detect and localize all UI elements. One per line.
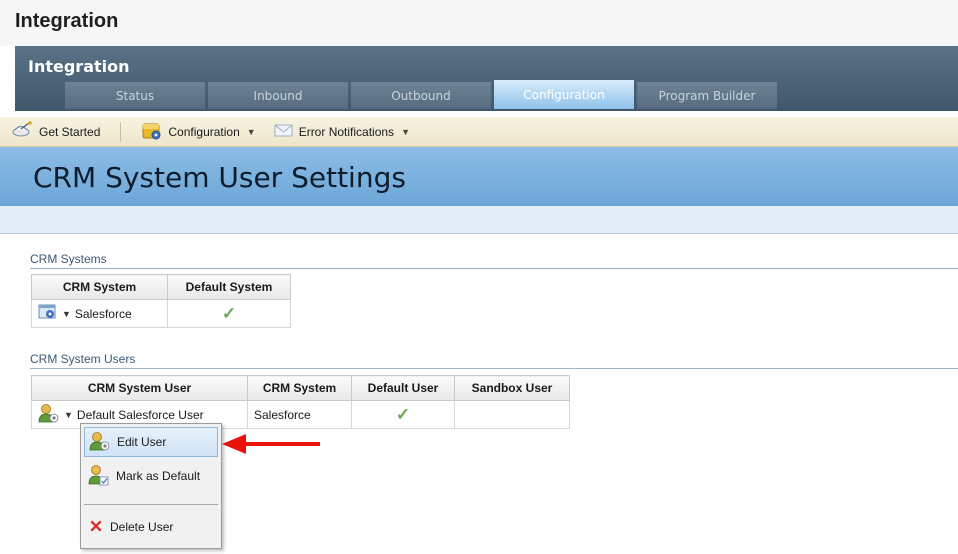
- delete-user-label: Delete User: [110, 520, 174, 534]
- configuration-menu-button[interactable]: Configuration ▼: [141, 120, 256, 143]
- edit-user-menu-item[interactable]: Edit User: [84, 427, 218, 457]
- crm-system-cell: ▼ Salesforce: [31, 299, 168, 328]
- mark-as-default-label: Mark as Default: [116, 469, 201, 483]
- sub-banner-strip: [0, 206, 958, 234]
- row-actions-dropdown[interactable]: ▼: [62, 309, 71, 319]
- row-actions-dropdown[interactable]: ▼: [64, 410, 73, 420]
- mark-as-default-menu-item[interactable]: Mark as Default: [84, 461, 218, 491]
- delete-user-menu-item[interactable]: Delete User: [84, 512, 218, 542]
- row-context-menu: Edit User Mark as Default Delete User: [80, 423, 222, 549]
- toolbar-divider: [120, 121, 122, 142]
- section-divider: [30, 368, 958, 369]
- annotation-arrow-icon: [222, 432, 322, 459]
- tab-inbound[interactable]: Inbound: [208, 82, 348, 109]
- crm-system-icon: [38, 303, 58, 324]
- crm-systems-table: CRM System Default System ▼ Salesforce ✓: [31, 274, 291, 328]
- table-row: ▼ Salesforce ✓: [31, 299, 291, 328]
- user-default-icon: [88, 464, 110, 489]
- tab-program-builder[interactable]: Program Builder: [637, 82, 777, 109]
- get-started-button[interactable]: Get Started: [12, 121, 100, 142]
- tab-bar: Status Inbound Outbound Configuration Pr…: [65, 80, 777, 109]
- user-edit-icon: [89, 431, 111, 454]
- module-title: Integration: [28, 57, 130, 76]
- page-title: Integration: [0, 0, 958, 46]
- column-header-crm-system[interactable]: CRM System: [31, 274, 168, 300]
- module-header: Integration Status Inbound Outbound Conf…: [15, 46, 958, 111]
- get-started-label: Get Started: [39, 124, 101, 139]
- banner-title: CRM System User Settings: [33, 161, 406, 194]
- page-banner: CRM System User Settings: [0, 147, 958, 206]
- chevron-down-icon: ▼: [401, 126, 410, 137]
- column-header-default-user[interactable]: Default User: [351, 375, 455, 401]
- crm-system-user-name: Default Salesforce User: [76, 407, 204, 422]
- tab-outbound[interactable]: Outbound: [351, 82, 491, 109]
- section-divider: [30, 268, 958, 269]
- action-toolbar: Get Started Configuration ▼ Error Notifi…: [0, 117, 958, 147]
- crm-system-users-section-label: CRM System Users: [30, 352, 136, 366]
- column-header-default-system[interactable]: Default System: [167, 274, 291, 300]
- default-system-cell: ✓: [167, 299, 291, 328]
- envelope-icon: [274, 122, 294, 141]
- configuration-label: Configuration: [168, 124, 240, 139]
- sandbox-user-cell: [454, 400, 570, 429]
- error-notifications-menu-button[interactable]: Error Notifications ▼: [274, 122, 410, 141]
- column-header-sandbox-user[interactable]: Sandbox User: [454, 375, 570, 401]
- crm-system-name: Salesforce: [74, 306, 132, 321]
- crm-system-value-cell: Salesforce: [247, 400, 352, 429]
- satellite-dish-icon: [12, 121, 34, 142]
- crm-systems-section-label: CRM Systems: [30, 252, 107, 266]
- edit-user-label: Edit User: [117, 435, 167, 449]
- menu-separator: [84, 504, 218, 505]
- error-notifications-label: Error Notifications: [298, 124, 395, 139]
- delete-x-icon: [88, 518, 104, 537]
- tab-configuration[interactable]: Configuration: [494, 80, 634, 109]
- column-header-crm-system-user[interactable]: CRM System User: [31, 375, 248, 401]
- crm-system-users-table: CRM System User CRM System Default User …: [31, 375, 570, 429]
- column-header-crm-system[interactable]: CRM System: [247, 375, 352, 401]
- configuration-gear-icon: [141, 120, 163, 143]
- check-icon: ✓: [221, 303, 237, 323]
- check-icon: ✓: [395, 404, 411, 424]
- tab-status[interactable]: Status: [65, 82, 205, 109]
- default-user-cell: ✓: [351, 400, 455, 429]
- user-icon: [38, 403, 60, 426]
- chevron-down-icon: ▼: [246, 126, 256, 137]
